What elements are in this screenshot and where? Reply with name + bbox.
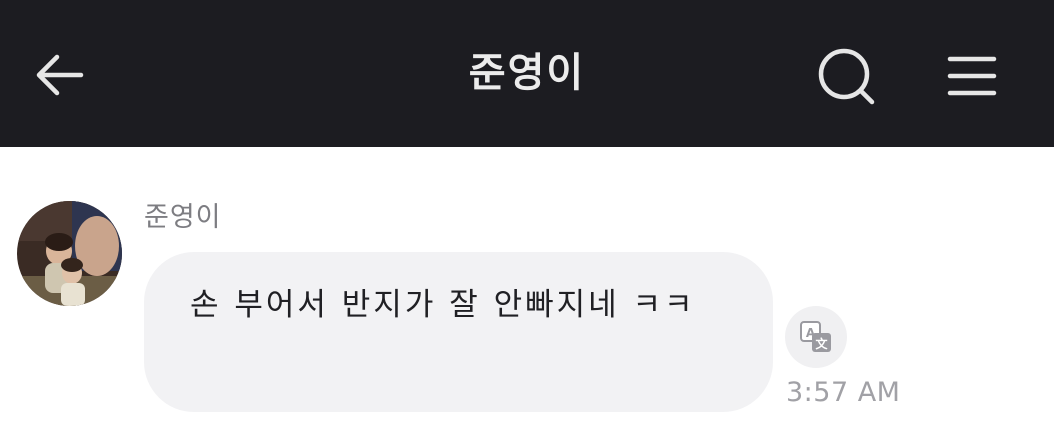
message-timestamp: 3:57 AM [786,377,901,408]
chat-title: 준영이 [468,50,586,96]
search-button[interactable] [812,44,882,110]
hamburger-menu-icon [947,56,997,96]
arrow-left-icon [36,54,84,96]
chat-header: 준영이 [0,0,1054,147]
sender-name: 준영이 [144,202,222,233]
profile-photo [17,201,122,306]
svg-text:文: 文 [815,336,828,351]
menu-button[interactable] [940,44,1004,108]
back-button[interactable] [28,44,90,106]
translate-button[interactable]: A 文 [785,306,847,368]
message-bubble[interactable]: 손 부어서 반지가 잘 안빠지네 ㅋㅋ [144,252,773,412]
sender-avatar[interactable] [17,201,122,306]
search-icon [818,48,875,105]
translate-icon: A 文 [800,321,831,352]
message-text: 손 부어서 반지가 잘 안빠지네 ㅋㅋ [190,287,696,323]
